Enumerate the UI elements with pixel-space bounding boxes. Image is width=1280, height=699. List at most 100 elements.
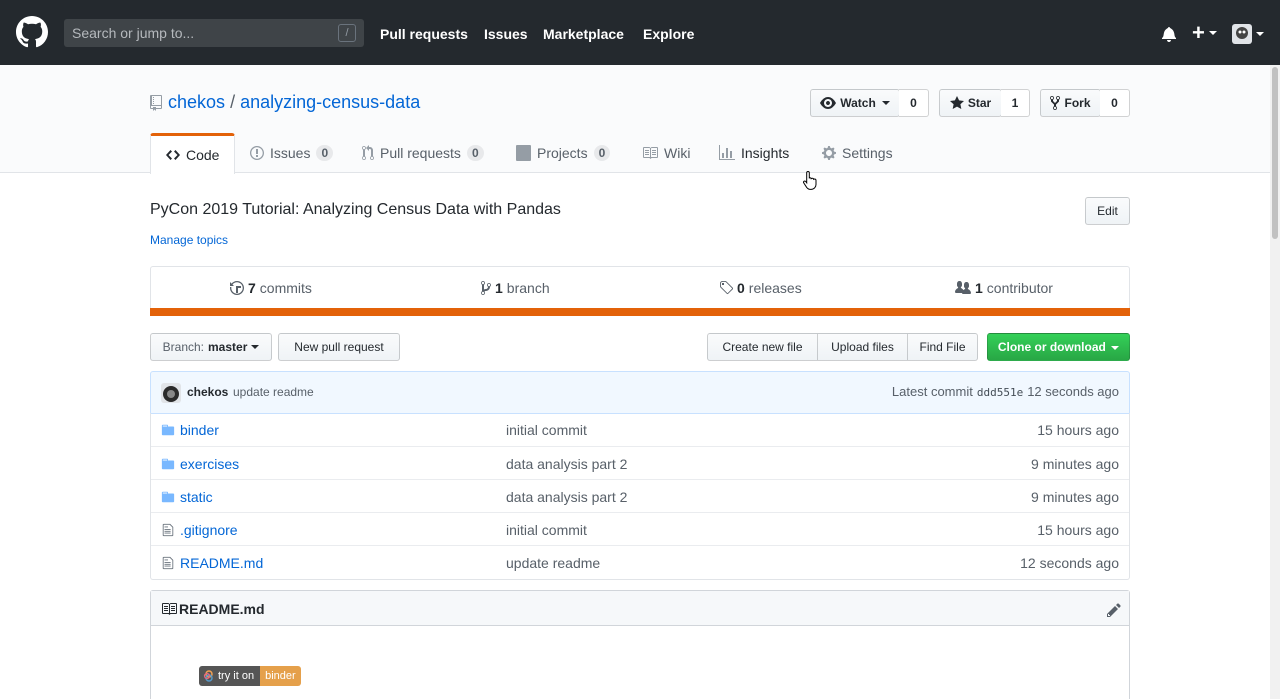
- fork-count[interactable]: 0: [1100, 89, 1130, 117]
- nav-pull-requests[interactable]: Pull requests: [380, 25, 468, 43]
- graph-icon: [719, 145, 735, 160]
- repo-owner-link[interactable]: chekos: [168, 92, 225, 112]
- file-age: 15 hours ago: [1037, 522, 1119, 538]
- scrollbar-thumb[interactable]: [1272, 67, 1278, 239]
- file-age: 12 seconds ago: [1020, 555, 1119, 571]
- pencil-icon[interactable]: [1107, 602, 1121, 618]
- tag-icon: [720, 281, 733, 295]
- file-list: binder initial commit 15 hours ago exerc…: [150, 413, 1130, 580]
- file-row-static[interactable]: static data analysis part 2 9 minutes ag…: [151, 479, 1129, 512]
- file-commit-message[interactable]: update readme: [506, 554, 600, 572]
- language-bar[interactable]: [150, 308, 1130, 316]
- file-commit-message[interactable]: data analysis part 2: [506, 455, 627, 473]
- binder-badge[interactable]: try it on binder: [199, 666, 301, 686]
- readme-title: README.md: [179, 601, 265, 617]
- chevron-down-icon: [1209, 31, 1217, 35]
- watch-button[interactable]: Watch: [810, 89, 900, 117]
- nav-explore[interactable]: Explore: [643, 25, 694, 43]
- book-icon: [643, 147, 658, 159]
- file-commit-message[interactable]: initial commit: [506, 521, 587, 539]
- repo-title: chekos / analyzing-census-data: [168, 91, 420, 113]
- commits-link[interactable]: 7 commits: [230, 280, 312, 296]
- commit-message[interactable]: update readme: [233, 385, 314, 399]
- nav-issues[interactable]: Issues: [484, 25, 528, 43]
- tab-pull-requests[interactable]: Pull requests 0: [362, 133, 484, 173]
- tab-settings[interactable]: Settings: [822, 133, 893, 173]
- watch-count[interactable]: 0: [899, 89, 929, 117]
- tab-insights[interactable]: Insights: [719, 133, 789, 173]
- releases-count: 0: [737, 280, 745, 296]
- releases-link[interactable]: 0 releases: [719, 280, 802, 296]
- global-header: Search or jump to... / Pull requests Iss…: [0, 0, 1280, 65]
- folder-icon: [161, 457, 175, 471]
- file-name[interactable]: binder: [180, 421, 219, 439]
- new-pull-request-button[interactable]: New pull request: [278, 333, 400, 361]
- fork-button[interactable]: Fork: [1040, 89, 1101, 117]
- tab-wiki-label: Wiki: [664, 145, 691, 161]
- file-commit-message[interactable]: initial commit: [506, 421, 587, 439]
- pull-requests-counter: 0: [466, 145, 484, 161]
- file-commit-message[interactable]: data analysis part 2: [506, 488, 627, 506]
- notifications-bell-icon[interactable]: [1161, 26, 1177, 42]
- commit-sha-link[interactable]: ddd551e: [977, 386, 1023, 399]
- create-new-dropdown[interactable]: +: [1192, 22, 1218, 44]
- fork-icon: [1050, 95, 1061, 111]
- binder-badge-right: binder: [260, 666, 301, 686]
- issue-icon: [250, 146, 264, 160]
- search-input[interactable]: Search or jump to... /: [64, 19, 364, 47]
- file-row-exercises[interactable]: exercises data analysis part 2 9 minutes…: [151, 446, 1129, 479]
- eye-icon: [820, 97, 837, 109]
- file-age: 9 minutes ago: [1031, 456, 1119, 472]
- star-count[interactable]: 1: [1001, 89, 1030, 117]
- repo-name-link[interactable]: analyzing-census-data: [240, 92, 420, 112]
- tab-projects[interactable]: Projects 0: [516, 133, 611, 173]
- code-icon: [166, 150, 180, 160]
- nav-marketplace[interactable]: Marketplace: [543, 25, 624, 43]
- file-row-gitignore[interactable]: .gitignore initial commit 15 hours ago: [151, 512, 1129, 545]
- search-placeholder: Search or jump to...: [72, 25, 195, 41]
- repo-path-separator: /: [230, 92, 236, 112]
- clone-or-download-button[interactable]: Clone or download: [987, 333, 1130, 361]
- watch-label: Watch: [840, 96, 876, 110]
- commit-author[interactable]: chekos: [187, 385, 228, 399]
- commits-label: commits: [259, 280, 312, 296]
- tab-issues[interactable]: Issues 0: [250, 133, 334, 173]
- clone-label: Clone or download: [997, 340, 1106, 354]
- repo-icon: [150, 95, 162, 111]
- file-name[interactable]: exercises: [180, 455, 239, 473]
- upload-files-button[interactable]: Upload files: [817, 333, 908, 361]
- branch-count: 1: [495, 280, 503, 296]
- tab-code[interactable]: Code: [150, 133, 236, 174]
- branches-link[interactable]: 1 branch: [481, 280, 550, 296]
- folder-icon: [161, 490, 175, 504]
- file-age: 9 minutes ago: [1031, 489, 1119, 505]
- create-new-file-button[interactable]: Create new file: [707, 333, 818, 361]
- file-row-readme[interactable]: README.md update readme 12 seconds ago: [151, 545, 1129, 578]
- star-label: Star: [967, 96, 992, 110]
- file-name[interactable]: README.md: [180, 554, 263, 572]
- user-avatar[interactable]: [1232, 24, 1252, 44]
- branch-select-button[interactable]: Branch: master: [150, 333, 272, 361]
- file-name[interactable]: .gitignore: [180, 521, 238, 539]
- contributors-link[interactable]: 1 contributor: [955, 280, 1053, 296]
- manage-topics-link[interactable]: Manage topics: [150, 233, 228, 247]
- tab-wiki[interactable]: Wiki: [642, 133, 690, 173]
- chevron-down-icon[interactable]: [1256, 32, 1264, 36]
- github-logo-icon[interactable]: [16, 16, 48, 48]
- commit-author-avatar[interactable]: [161, 383, 181, 403]
- star-button[interactable]: Star: [939, 89, 1002, 117]
- tab-projects-label: Projects: [537, 145, 588, 161]
- fork-label: Fork: [1064, 96, 1091, 110]
- tab-insights-label: Insights: [741, 145, 790, 161]
- commits-count: 7: [248, 280, 256, 296]
- chevron-down-icon: [251, 345, 260, 349]
- find-file-button[interactable]: Find File: [907, 333, 978, 361]
- edit-description-button[interactable]: Edit: [1085, 197, 1130, 225]
- project-icon: [516, 145, 531, 161]
- tab-issues-label: Issues: [270, 145, 311, 161]
- history-icon: [230, 281, 244, 295]
- file-name[interactable]: static: [180, 488, 213, 506]
- binder-logo-icon: [203, 670, 213, 682]
- file-row-binder[interactable]: binder initial commit 15 hours ago: [151, 413, 1129, 446]
- file-age: 15 hours ago: [1037, 422, 1119, 438]
